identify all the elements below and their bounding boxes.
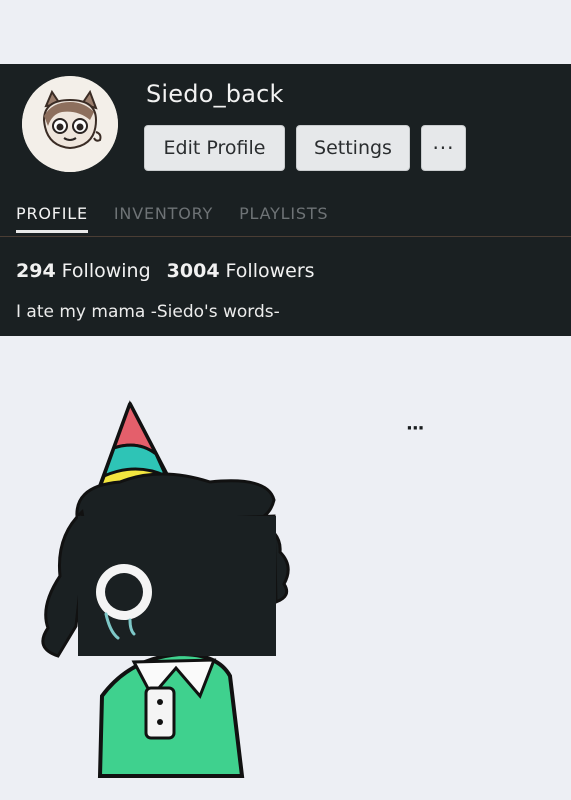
post-more-button[interactable]: ··· [406,418,424,439]
tab-profile[interactable]: PROFILE [16,204,88,233]
character-illustration [41,400,290,778]
tabs-divider [0,236,571,237]
username: Siedo_back [146,80,284,108]
avatar[interactable] [22,76,118,172]
profile-tabs: PROFILE INVENTORY PLAYLISTS [16,204,328,233]
tab-playlists[interactable]: PLAYLISTS [239,204,328,233]
shirt-button-top [157,699,163,705]
shirt-placket [144,686,176,740]
settings-button[interactable]: Settings [296,125,410,171]
more-options-button[interactable]: ··· [421,125,466,171]
tab-inventory[interactable]: INVENTORY [114,204,213,233]
edit-profile-button[interactable]: Edit Profile [144,125,285,171]
followers-stat[interactable]: 3004 Followers [167,260,315,282]
followers-label: Followers [225,260,315,282]
follow-stats: 294 Following 3004 Followers [16,260,315,282]
ellipsis-icon: ··· [432,136,455,160]
followers-count: 3004 [166,260,220,282]
following-stat[interactable]: 294 Following [16,260,151,282]
following-label: Following [61,260,151,282]
following-count: 294 [16,260,56,282]
profile-header: Siedo_back Edit Profile Settings ··· PRO… [0,64,571,336]
cat-character-avatar-icon [22,76,118,172]
shirt-button-bottom [157,719,163,725]
profile-bio: I ate my mama -Siedo's words- [16,302,280,322]
